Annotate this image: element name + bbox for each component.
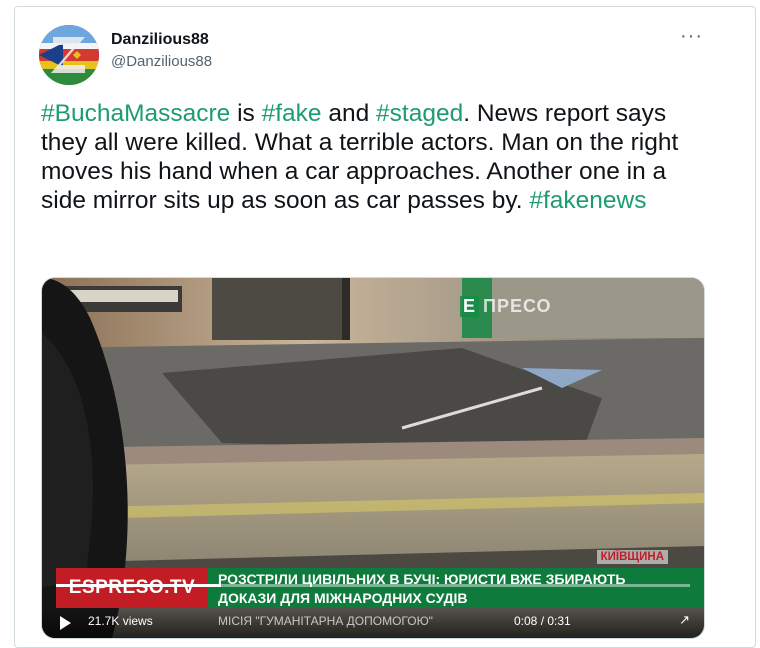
video-progress-bar[interactable]	[56, 584, 690, 587]
fullscreen-icon[interactable]: ↗	[679, 612, 690, 628]
hashtag-link[interactable]: #fake	[262, 100, 322, 127]
more-options-icon[interactable]: ···	[680, 25, 703, 48]
watermark-e: E	[460, 296, 480, 317]
region-label: КИЇВЩИНА	[596, 550, 668, 564]
hashtag-link[interactable]: #BuchaMassacre	[41, 100, 230, 127]
hashtag-link[interactable]: #staged	[376, 100, 463, 127]
news-ticker: МІСІЯ "ГУМАНІТАРНА ДОПОМОГОЮ"	[218, 614, 433, 628]
video-player[interactable]: E ПРЕСО КИЇВЩИНА ESPRESO.TV РОЗСТРІЛИ ЦИВ…	[41, 277, 705, 639]
tweet-card[interactable]: Danzilious88 @Danzilious88 ··· #BuchaMas…	[14, 6, 756, 648]
channel-logo: ESPRESO.TV	[56, 568, 208, 608]
author-handle[interactable]: @Danzilious88	[111, 53, 212, 70]
play-icon[interactable]	[60, 616, 71, 630]
video-timecode: 0:08 / 0:31	[514, 614, 571, 628]
channel-watermark: E ПРЕСО	[460, 296, 552, 317]
video-progress-fill	[56, 584, 221, 587]
tweet-text-segment: and	[321, 100, 377, 127]
tweet-text-segment: is	[230, 100, 262, 127]
hashtag-link[interactable]: #fakenews	[529, 187, 646, 214]
watermark-text: ПРЕСО	[483, 296, 552, 316]
headline-line-2: ДОКАЗИ ДЛЯ МІЖНАРОДНИХ СУДІВ	[218, 590, 468, 606]
flag-collage-avatar-icon	[39, 25, 99, 85]
view-count: 21.7K views	[88, 614, 153, 628]
author-display-name[interactable]: Danzilious88	[111, 31, 209, 49]
avatar[interactable]	[39, 25, 99, 85]
tweet-text: #BuchaMassacre is #fake and #staged. New…	[41, 99, 701, 215]
